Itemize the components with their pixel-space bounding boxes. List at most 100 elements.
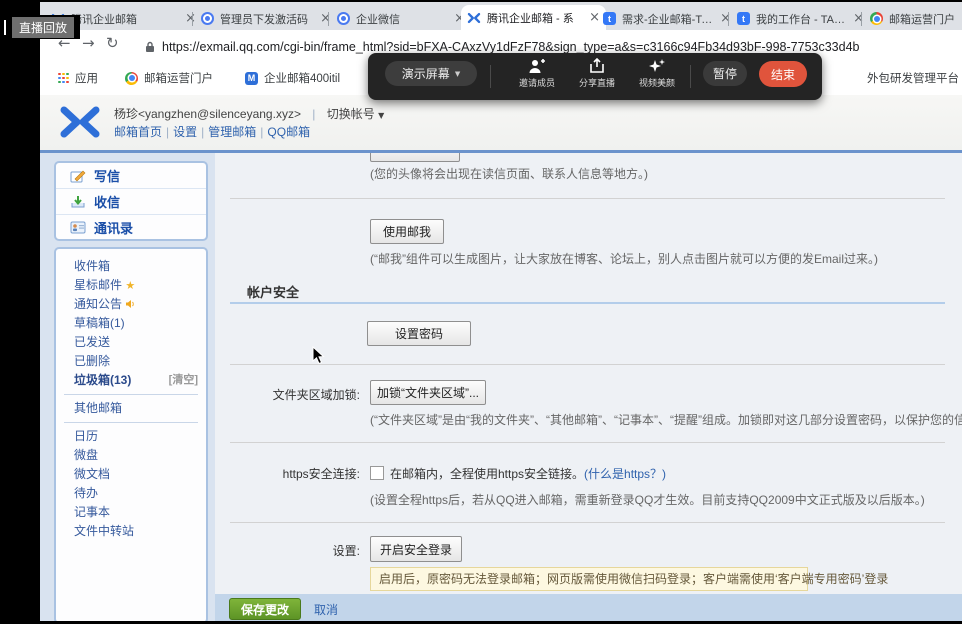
avatar-note: (您的头像将会出现在读信页面、联系人信息等地方。) (370, 165, 648, 182)
divider (64, 422, 198, 423)
tab-title: 需求-企业邮箱-TAPD (622, 11, 714, 27)
what-is-https-link[interactable]: (什么是https？) (584, 467, 666, 481)
folder-drafts[interactable]: 草稿箱(1) (56, 314, 206, 333)
sidebar-item-compose[interactable]: 写信 (56, 163, 206, 189)
sidebar-item-contacts[interactable]: 通讯录 (56, 215, 206, 240)
cancel-link[interactable]: 取消 (314, 601, 338, 618)
use-mailme-button[interactable]: 使用邮我 (370, 219, 444, 244)
bookmark-mail-portal[interactable]: 邮箱运营门户 (125, 70, 213, 86)
share-live-button[interactable]: 分享直播 (571, 58, 623, 89)
set-password-button[interactable]: 设置密码 (367, 321, 471, 346)
nav-link-qqmail[interactable]: QQ邮箱 (267, 125, 310, 139)
tab-wecom-activate[interactable]: 管理员下发激活码 × (195, 7, 337, 30)
beauty-sparkle-icon (648, 58, 666, 74)
folder-notebook[interactable]: 记事本 (56, 503, 206, 522)
settings-content: (您的头像将会出现在读信页面、联系人信息等地方。) 使用邮我 (“邮我”组件可以… (215, 153, 962, 594)
tab-close-icon[interactable]: × (320, 11, 331, 26)
tool-label: 邀请成员 (519, 76, 555, 89)
chevron-down-icon: ▼ (378, 111, 384, 120)
tab-mail-portal[interactable]: 邮箱运营门户 (864, 7, 962, 30)
truncated-button-fragment[interactable] (370, 153, 460, 162)
tool-label: 分享直播 (579, 76, 615, 89)
chrome-icon (125, 72, 138, 85)
forward-button[interactable]: → (82, 34, 95, 52)
exmail-icon (467, 11, 481, 25)
tab-close-icon[interactable]: × (853, 11, 864, 26)
divider (230, 364, 945, 365)
https-checkbox[interactable] (370, 466, 384, 480)
tab-title: 管理员下发激活码 (220, 11, 314, 27)
bookmark-apps[interactable]: 应用 (58, 70, 98, 86)
bookmark-outsource[interactable]: 外包研发管理平台 t (867, 70, 962, 86)
letterbox-left (0, 0, 40, 624)
action-label: 写信 (94, 166, 120, 185)
folder-file-transfer[interactable]: 文件中转站 (56, 522, 206, 541)
tab-tapd-workbench[interactable]: t 我的工作台 - TAPD × (731, 7, 870, 30)
folder-starred[interactable]: 星标邮件 ★ (56, 276, 206, 295)
https-label: https安全连接: (240, 465, 360, 482)
tab-wecom[interactable]: 企业微信 × (331, 7, 471, 30)
enable-secure-login-button[interactable]: 开启安全登录 (370, 536, 462, 562)
action-label: 收信 (94, 192, 120, 211)
bookmark-itil[interactable]: M 企业邮箱400itil (245, 70, 340, 86)
action-label: 通讯录 (94, 218, 133, 237)
tab-strip: 腾讯企业邮箱 × 管理员下发激活码 × 企业微信 × 腾讯企业邮箱 - 系 × (40, 2, 962, 30)
chevron-down-icon: ▼ (455, 70, 460, 78)
apps-grid-icon (58, 73, 69, 84)
folder-weidoc[interactable]: 微文档 (56, 465, 206, 484)
nav-link-admin[interactable]: 管理邮箱 (208, 125, 256, 139)
screen: 腾讯企业邮箱 × 管理员下发激活码 × 企业微信 × 腾讯企业邮箱 - 系 × (0, 0, 962, 624)
folder-todo[interactable]: 待办 (56, 484, 206, 503)
invite-member-icon (528, 58, 546, 74)
sidebar-folders: 收件箱 星标邮件 ★ 通知公告 草稿箱(1) 已发送 已删除 垃圾箱(13)[清… (54, 247, 208, 624)
folder-other-mailbox[interactable]: 其他邮箱 (56, 399, 206, 418)
https-checkbox-text: 在邮箱内，全程使用https安全链接。(什么是https？) (390, 465, 666, 482)
live-replay-label: 直播回放 (12, 17, 74, 38)
nav-link-settings[interactable]: 设置 (173, 125, 197, 139)
url-text[interactable]: https://exmail.qq.com/cgi-bin/frame_html… (162, 40, 860, 54)
switch-account-link[interactable]: 切换帐号 ▼ (327, 107, 385, 121)
divider (230, 522, 945, 523)
tab-tapd-requirement[interactable]: t 需求-企业邮箱-TAPD × (597, 7, 737, 30)
save-changes-button[interactable]: 保存更改 (229, 598, 301, 620)
folder-weidisk[interactable]: 微盘 (56, 446, 206, 465)
bottom-action-bar: 保存更改 取消 (215, 594, 962, 621)
nav-link-home[interactable]: 邮箱首页 (114, 125, 162, 139)
end-button[interactable]: 结束 (759, 61, 807, 87)
invite-member-button[interactable]: 邀请成员 (511, 58, 563, 89)
exmail-logo (58, 105, 102, 139)
tool-label: 视频美颜 (639, 76, 675, 89)
tab-separator (192, 12, 193, 26)
speaker-icon (125, 299, 135, 309)
separator: | (312, 107, 315, 121)
reload-button[interactable]: ↻ (106, 34, 119, 52)
mail-header: 杨珍<yangzhen@silenceyang.xyz> | 切换帐号 ▼ 邮箱… (40, 95, 962, 150)
folder-lock-button[interactable]: 加锁“文件夹区域”... (370, 380, 486, 405)
https-note: (设置全程https后，若从QQ进入邮箱，需重新登录QQ才生效。目前支持QQ20… (370, 491, 925, 508)
folder-trash[interactable]: 垃圾箱(13)[清空] (56, 371, 206, 390)
folder-notice[interactable]: 通知公告 (56, 295, 206, 314)
section-underline (230, 302, 945, 304)
folder-sent[interactable]: 已发送 (56, 333, 206, 352)
present-screen-button[interactable]: 演示屏幕▼ (385, 61, 477, 86)
tab-title: 腾讯企业邮箱 (71, 11, 179, 27)
account-info: 杨珍<yangzhen@silenceyang.xyz> | 切换帐号 ▼ (114, 105, 384, 122)
wecom-icon (337, 12, 350, 25)
sidebar-item-receive[interactable]: 收信 (56, 189, 206, 215)
wecom-icon (201, 12, 214, 25)
contact-card-icon (70, 221, 86, 234)
folder-calendar[interactable]: 日历 (56, 427, 206, 446)
tapd-icon: t (737, 12, 750, 25)
live-replay-chip: 直播回放 (0, 15, 80, 39)
empty-trash-link[interactable]: [清空] (169, 371, 198, 390)
tab-exmail-active[interactable]: 腾讯企业邮箱 - 系 × (461, 5, 606, 30)
folder-deleted[interactable]: 已删除 (56, 352, 206, 371)
folder-inbox[interactable]: 收件箱 (56, 257, 206, 276)
bookmark-label: 邮箱运营门户 (144, 70, 213, 86)
bookmark-label: 应用 (75, 70, 98, 86)
tab-separator (861, 12, 862, 26)
tab-separator (328, 12, 329, 26)
video-beauty-button[interactable]: 视频美颜 (631, 58, 683, 89)
tab-close-icon[interactable]: × (720, 11, 731, 26)
pause-button[interactable]: 暂停 (703, 61, 747, 86)
